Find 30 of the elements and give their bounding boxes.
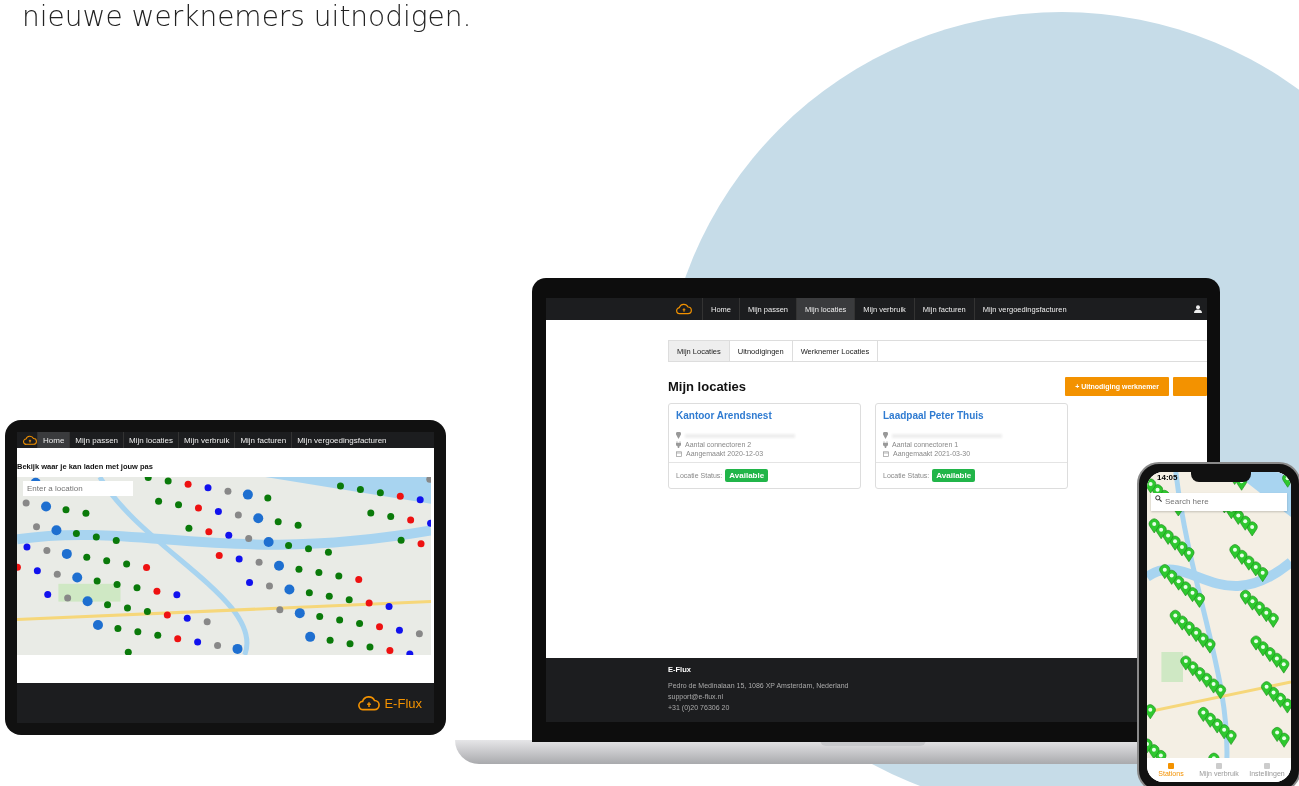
nav-tab[interactable]: Home <box>37 432 70 448</box>
page-heading: nieuwe werknemers uitnodigen. <box>22 0 472 33</box>
tab-icon <box>1168 763 1174 769</box>
nav-tab[interactable]: Mijn facturen <box>234 432 292 448</box>
plug-icon <box>676 441 681 448</box>
status-badge: Available <box>725 469 769 482</box>
status-badge: Available <box>932 469 976 482</box>
nav-tab[interactable]: Mijn verbruik <box>178 432 235 448</box>
search-icon <box>1155 495 1162 502</box>
location-search-field[interactable]: Enter a location <box>23 481 133 496</box>
plug-icon <box>883 441 888 448</box>
nav-tab[interactable]: Mijn passen <box>69 432 124 448</box>
calendar-icon <box>676 450 682 457</box>
cloud-plug-icon <box>676 303 692 315</box>
pin-icon <box>883 432 888 439</box>
phone-notch <box>1191 472 1251 482</box>
section-title: Mijn locaties <box>668 379 748 394</box>
footer-logo: E-Flux <box>384 695 422 711</box>
nav-tab[interactable]: Mijn locaties <box>123 432 179 448</box>
tab-icon <box>1216 763 1222 769</box>
calendar-icon <box>883 450 889 457</box>
cloud-plug-icon <box>23 434 37 446</box>
pin-icon <box>676 432 681 439</box>
nav-tab[interactable]: Mijn vergoedingsfacturen <box>291 432 392 448</box>
location-name-link[interactable]: Kantoor Arendsnest <box>676 410 853 421</box>
location-name-link[interactable]: Laadpaal Peter Thuis <box>883 410 1060 421</box>
tab-icon <box>1264 763 1270 769</box>
status-time: 14:05 <box>1157 473 1178 482</box>
cloud-plug-icon <box>358 694 381 712</box>
user-icon[interactable] <box>1194 305 1202 313</box>
